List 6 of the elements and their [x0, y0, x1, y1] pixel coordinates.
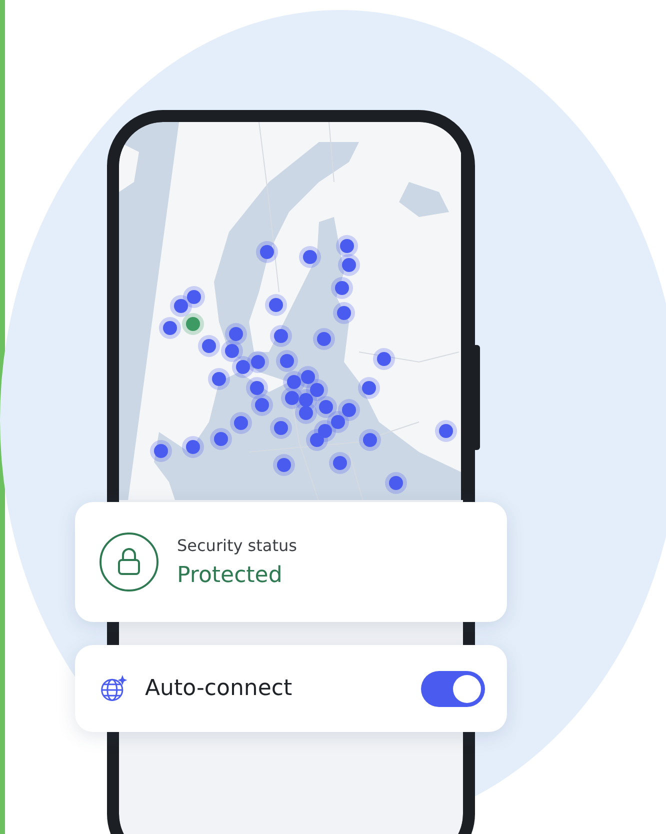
- security-value: Protected: [177, 563, 284, 588]
- globe-sparkle-icon: [99, 674, 129, 704]
- auto-connect-toggle[interactable]: [421, 670, 485, 706]
- security-label: Security status: [177, 536, 297, 555]
- lock-icon: [99, 532, 159, 592]
- auto-connect-label: Auto-connect: [145, 676, 294, 701]
